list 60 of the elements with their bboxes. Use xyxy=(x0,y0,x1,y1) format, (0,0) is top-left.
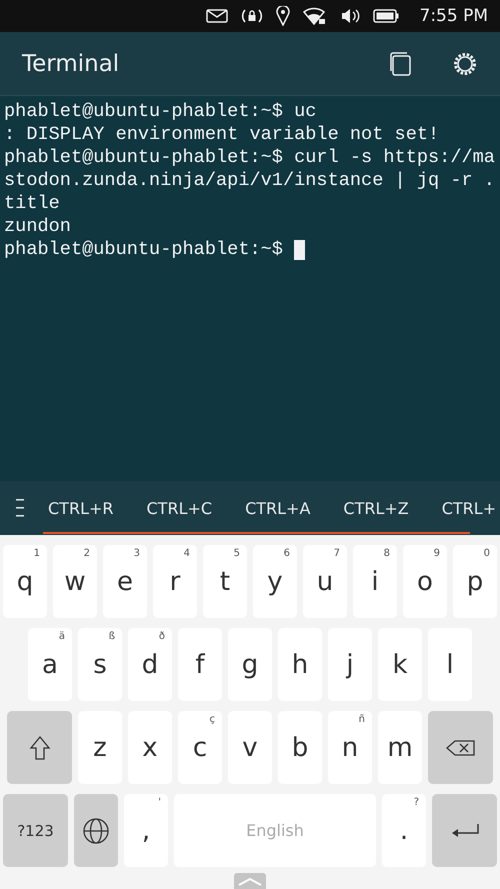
shortcut-key[interactable]: CTRL+Z xyxy=(343,498,409,518)
chevron-up-icon xyxy=(237,876,263,886)
shortcut-key[interactable]: CTRL+R xyxy=(48,498,114,518)
app-title: Terminal xyxy=(22,50,120,76)
letter-key[interactable]: ' , xyxy=(124,794,168,867)
letter-key[interactable]: m xyxy=(378,711,422,784)
letter-key[interactable]: 7 u xyxy=(303,545,347,618)
location-pin-icon xyxy=(276,6,290,26)
letter-key[interactable]: j xyxy=(328,628,372,701)
letter-key[interactable]: v xyxy=(228,711,272,784)
letter-key[interactable]: 9 o xyxy=(403,545,447,618)
letter-key[interactable]: 2 w xyxy=(53,545,97,618)
letter-key[interactable]: f xyxy=(178,628,222,701)
terminal-line: title xyxy=(4,192,60,215)
letter-key[interactable]: k xyxy=(378,628,422,701)
volume-icon xyxy=(340,7,360,25)
shift-arrow-icon xyxy=(28,734,50,760)
clock-time: 7:55 PM xyxy=(420,6,488,26)
text-cursor xyxy=(294,240,306,260)
letter-key[interactable]: ð d xyxy=(128,628,172,701)
enter-arrow-icon xyxy=(450,822,480,838)
shortcut-key[interactable]: CTRL+ xyxy=(442,498,496,518)
terminal-line: phablet@ubuntu-phablet:~$ curl -s https://ma xyxy=(4,146,495,169)
terminal-line: : DISPLAY environment variable not set! xyxy=(4,123,440,146)
mail-icon xyxy=(206,9,228,23)
letter-key[interactable]: x xyxy=(128,711,172,784)
letter-key[interactable]: 0 p xyxy=(453,545,497,618)
shortcut-key[interactable]: CTRL+C xyxy=(146,498,212,518)
letter-key[interactable]: ñ n xyxy=(328,711,372,784)
keyboard-handle[interactable] xyxy=(234,873,266,889)
wifi-icon xyxy=(302,7,326,25)
language-key[interactable] xyxy=(74,794,118,867)
shortcut-key[interactable]: CTRL+A xyxy=(245,498,310,518)
letter-key[interactable]: 3 e xyxy=(103,545,147,618)
terminal-line: zundon xyxy=(4,215,71,238)
letter-key[interactable]: 1 q xyxy=(3,545,47,618)
terminal-line: stodon.zunda.ninja/api/v1/instance | jq -r . xyxy=(4,169,495,192)
letter-key[interactable]: g xyxy=(228,628,272,701)
tabs-icon[interactable] xyxy=(388,50,412,76)
battery-icon xyxy=(372,9,398,23)
symbols-key[interactable]: ?123 xyxy=(3,794,68,867)
settings-icon[interactable] xyxy=(452,50,478,76)
letter-key[interactable]: b xyxy=(278,711,322,784)
letter-key[interactable]: ? . xyxy=(382,794,426,867)
letter-key[interactable]: ç c xyxy=(178,711,222,784)
letter-key[interactable]: ä a xyxy=(28,628,72,701)
backspace-icon xyxy=(446,740,476,756)
backspace-key[interactable] xyxy=(428,711,493,784)
letter-key[interactable]: 8 i xyxy=(353,545,397,618)
letter-key[interactable]: 4 r xyxy=(153,545,197,618)
terminal-line: phablet@ubuntu-phablet:~$ uc xyxy=(4,100,316,123)
terminal-line: phablet@ubuntu-phablet:~$ xyxy=(4,238,284,261)
letter-key[interactable]: 5 t xyxy=(203,545,247,618)
letter-key[interactable]: h xyxy=(278,628,322,701)
globe-icon xyxy=(82,816,110,844)
letter-key[interactable]: z xyxy=(78,711,122,784)
letter-key[interactable]: ß s xyxy=(78,628,122,701)
menu-icon[interactable] xyxy=(16,498,24,518)
letter-key[interactable]: 6 y xyxy=(253,545,297,618)
letter-key[interactable]: l xyxy=(428,628,472,701)
